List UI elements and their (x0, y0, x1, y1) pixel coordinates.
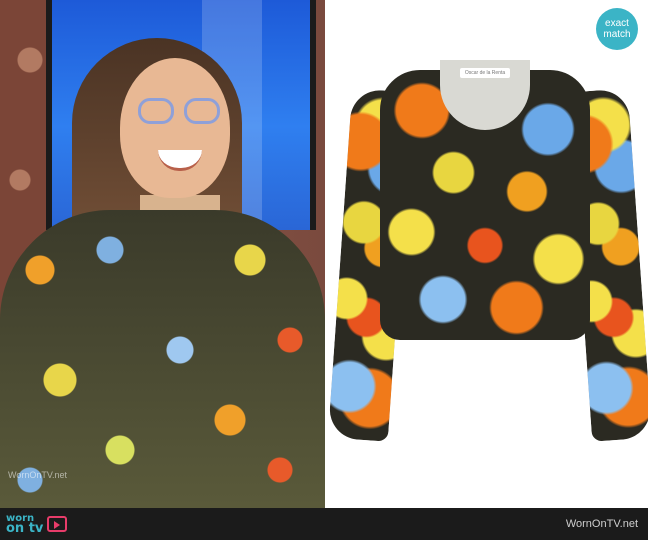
brand-label: Oscar de la Renta (460, 68, 510, 78)
glasses (138, 98, 222, 126)
photo-watermark: WornOnTV.net (8, 470, 68, 480)
badge-line2: match (603, 29, 631, 40)
face (120, 58, 230, 198)
site-name[interactable]: WornOnTV.net (566, 518, 638, 530)
product-image[interactable]: Oscar de la Renta (327, 60, 648, 450)
exact-match-badge: exact match (596, 8, 638, 50)
logo-line2: on tv (6, 521, 44, 536)
outfit-photo: WornOnTV.net (0, 0, 325, 508)
tv-icon (47, 516, 68, 532)
footer-bar: worn on tv WornOnTV.net (0, 508, 648, 540)
badge-line1: exact (605, 18, 629, 29)
butterfly-jacket-worn (0, 210, 325, 508)
wornontv-logo[interactable]: worn on tv (6, 512, 68, 536)
